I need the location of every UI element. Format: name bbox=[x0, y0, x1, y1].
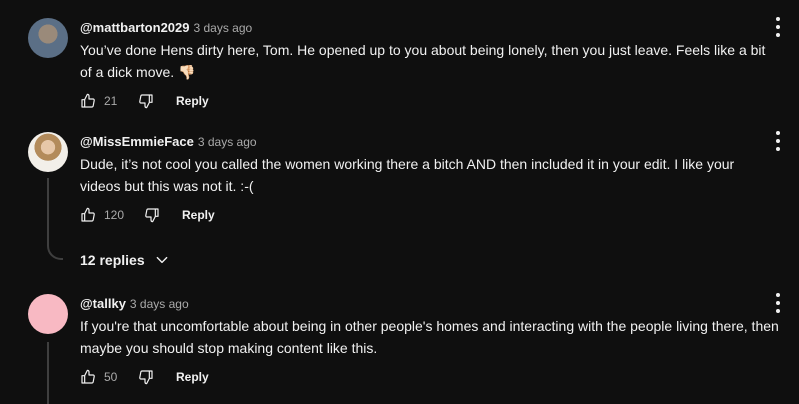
comment-time[interactable]: 3 days ago bbox=[193, 21, 252, 35]
comment-header: @mattbarton2029 3 days ago bbox=[80, 20, 252, 36]
comment-time[interactable]: 3 days ago bbox=[130, 297, 189, 311]
thumbs-up-icon[interactable] bbox=[80, 93, 96, 109]
comment-header: @tallky 3 days ago bbox=[80, 296, 189, 312]
avatar[interactable] bbox=[28, 132, 68, 172]
comment-actions: 50 Reply bbox=[80, 367, 209, 387]
reply-button[interactable]: Reply bbox=[182, 208, 215, 222]
comment-text: You’ve done Hens dirty here, Tom. He ope… bbox=[80, 42, 766, 80]
thumbs-down-icon[interactable] bbox=[144, 207, 160, 223]
reply-button[interactable]: Reply bbox=[176, 94, 209, 108]
comment-text: If you're that uncomfortable about being… bbox=[80, 318, 779, 356]
comment-author[interactable]: @mattbarton2029 bbox=[80, 20, 189, 35]
thread-line bbox=[47, 178, 49, 245]
comment-author[interactable]: @tallky bbox=[80, 296, 126, 311]
more-actions-icon[interactable] bbox=[772, 293, 784, 313]
like-count: 21 bbox=[104, 94, 118, 108]
thumbs-down-icon[interactable] bbox=[138, 93, 154, 109]
comment-header: @MissEmmieFace 3 days ago bbox=[80, 134, 257, 150]
replies-toggle-button[interactable]: 12 replies bbox=[80, 251, 169, 269]
comment-text: Dude, it’s not cool you called the women… bbox=[80, 156, 735, 194]
thread-curve bbox=[47, 244, 63, 260]
like-count: 50 bbox=[104, 370, 118, 384]
comment-actions: 21 Reply bbox=[80, 91, 209, 111]
chevron-down-icon bbox=[156, 256, 167, 264]
thumbs-up-icon[interactable] bbox=[80, 207, 96, 223]
avatar[interactable] bbox=[28, 18, 68, 58]
reply-button[interactable]: Reply bbox=[176, 370, 209, 384]
like-count: 120 bbox=[104, 208, 125, 222]
avatar[interactable] bbox=[28, 294, 68, 334]
comment-author[interactable]: @MissEmmieFace bbox=[80, 134, 194, 149]
comment-actions: 120 Reply bbox=[80, 205, 215, 225]
more-actions-icon[interactable] bbox=[772, 17, 784, 37]
replies-count: 12 replies bbox=[80, 252, 145, 268]
thumbs-down-icon[interactable] bbox=[138, 369, 154, 385]
thumbs-up-icon[interactable] bbox=[80, 369, 96, 385]
comment-time[interactable]: 3 days ago bbox=[198, 135, 257, 149]
thread-line bbox=[47, 342, 49, 404]
more-actions-icon[interactable] bbox=[772, 131, 784, 151]
